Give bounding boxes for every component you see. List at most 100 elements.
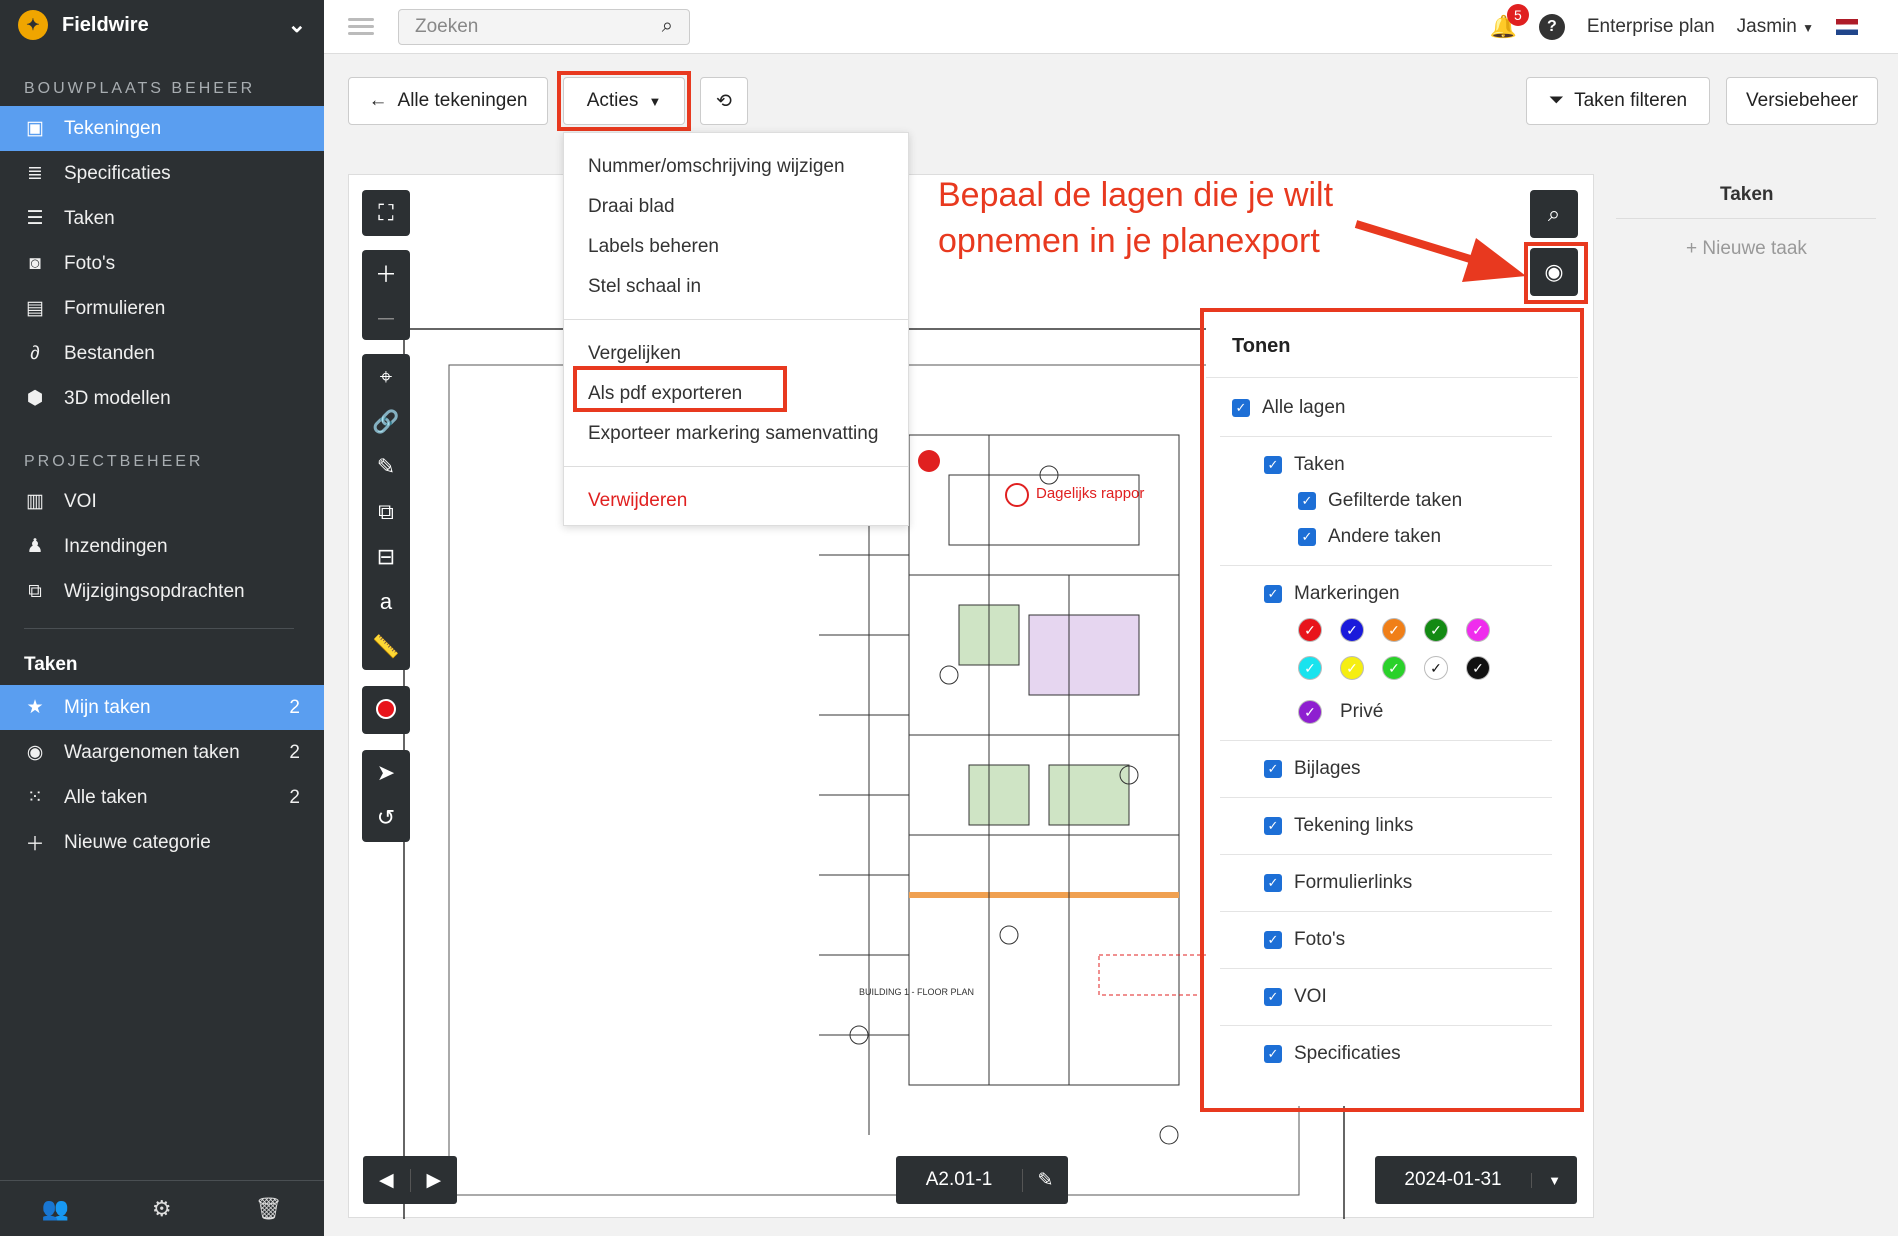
version-label: Versiebeheer <box>1746 90 1858 111</box>
paperclip-icon: ∂ <box>30 342 40 364</box>
help-icon[interactable]: ? <box>1538 13 1565 40</box>
arrow-annotation <box>1354 220 1526 282</box>
sidebar-item-label: 3D modellen <box>64 387 171 409</box>
list-icon: ☰ <box>26 208 44 229</box>
history-button[interactable]: ⟲ <box>700 77 748 125</box>
search-drawing-button[interactable]: ⌕ <box>1530 190 1578 238</box>
floor-plan-label: BUILDING 1 - FLOOR PLAN <box>859 987 975 997</box>
bell-icon[interactable]: 🔔 5 <box>1489 3 1529 40</box>
sidebar-item-label: Tekeningen <box>64 117 162 139</box>
sidebar-item-voi[interactable]: ▥ VOI <box>0 479 324 524</box>
shapes-icon[interactable]: ⧉ <box>362 489 410 534</box>
stamp-icon: ♟ <box>26 536 44 557</box>
sheet-number: A2.01-1 <box>925 1169 993 1190</box>
next-page-icon[interactable]: ▶ <box>411 1169 458 1192</box>
arrow-left-icon: ← <box>368 90 388 111</box>
select-toolbar: ➤ ↺ <box>362 750 410 842</box>
topbar: Zoeken ⌕ 🔔 5 ? Enterprise plan Jasmin ▼ <box>324 0 1898 54</box>
eye-icon: ◉ <box>26 742 44 763</box>
fieldwire-logo-icon: ✦ <box>18 10 48 40</box>
plan-link[interactable]: Enterprise plan <box>1587 16 1715 38</box>
menu-item[interactable]: Draai blad <box>564 187 908 227</box>
sidebar-item-nieuwe-categorie[interactable]: ＋ Nieuwe categorie <box>0 820 324 865</box>
text-icon[interactable]: a <box>362 579 410 624</box>
star-icon: ★ <box>26 697 44 718</box>
ruler-icon[interactable]: 📏 <box>362 624 410 669</box>
tasks-heading: Taken <box>24 654 78 675</box>
user-menu[interactable]: Jasmin ▼ <box>1737 16 1814 38</box>
menu-item-delete[interactable]: Verwijderen <box>564 481 908 521</box>
sidebar-item-label: Foto's <box>64 252 116 274</box>
filter-label: Taken filteren <box>1574 90 1688 111</box>
sidebar-item-taken[interactable]: ☰ Taken <box>0 196 324 241</box>
sheet-selector[interactable]: A2.01-1 ✎ <box>896 1156 1068 1204</box>
sidebar-item-count: 2 <box>289 786 300 808</box>
daily-report-label[interactable]: Dagelijks rappor <box>1036 485 1144 502</box>
menu-item[interactable]: Nummer/omschrijving wijzigen <box>564 147 908 187</box>
record-icon[interactable] <box>362 686 410 731</box>
change-order-icon: ⧉ <box>28 580 42 602</box>
sidebar-item-bestanden[interactable]: ∂ Bestanden <box>0 331 324 376</box>
history-icon: ⟲ <box>716 90 732 112</box>
sidebar-item-foto-s[interactable]: ◙ Foto's <box>0 241 324 286</box>
annotation-callout: Bepaal de lagen die je wilt opnemen in j… <box>938 172 1378 264</box>
edit-pencil-icon[interactable]: ✎ <box>1022 1168 1068 1192</box>
sidebar-item-label: Taken <box>64 207 115 229</box>
users-icon[interactable]: 👥 <box>41 1196 68 1222</box>
sidebar-item-label: Waargenomen taken <box>64 741 240 763</box>
caret-down-icon[interactable]: ▼ <box>1531 1172 1577 1188</box>
version-date: 2024-01-31 <box>1404 1169 1502 1190</box>
sidebar: ✦ Fieldwire ⌄ BOUWPLAATS BEHEER ▣ Tekenin… <box>0 0 324 1236</box>
menu-icon[interactable] <box>348 14 374 39</box>
tasks-panel-title: Taken <box>1720 184 1774 205</box>
fullscreen-icon[interactable]: ⛶ <box>362 190 410 235</box>
cursor-icon[interactable]: ➤ <box>362 750 410 795</box>
sidebar-item-waargenomen-taken[interactable]: ◉ Waargenomen taken 2 <box>0 730 324 775</box>
gear-icon[interactable]: ⚙ <box>152 1196 172 1222</box>
new-task-link[interactable]: + Nieuwe taak <box>1686 238 1807 260</box>
sidebar-item-mijn-taken[interactable]: ★ Mijn taken 2 <box>0 685 324 730</box>
sidebar-item-3d-modellen[interactable]: ⬢ 3D modellen <box>0 376 324 421</box>
sidebar-item-specificaties[interactable]: ≣ Specificaties <box>0 151 324 196</box>
pin-icon[interactable]: ⌖ <box>362 354 410 399</box>
chevron-down-icon[interactable]: ⌄ <box>288 12 306 38</box>
zoom-out-icon[interactable]: － <box>362 295 410 340</box>
brand-name: Fieldwire <box>62 13 149 36</box>
actions-dropdown: Nummer/omschrijving wijzigen Draai blad La… <box>563 132 909 526</box>
version-button[interactable]: Versiebeheer <box>1726 77 1878 125</box>
undo-icon[interactable]: ↺ <box>362 795 410 840</box>
trash-icon[interactable]: 🗑 <box>255 1196 283 1222</box>
sidebar-item-label: Bestanden <box>64 342 155 364</box>
callout-line-1: Bepaal de lagen die je wilt <box>938 176 1334 214</box>
pencil-icon[interactable]: ✎ <box>362 444 410 489</box>
highlight-box <box>573 366 787 412</box>
search-input[interactable]: Zoeken ⌕ <box>398 8 690 45</box>
search-placeholder: Zoeken <box>415 15 479 37</box>
plus-icon: ＋ <box>25 834 45 855</box>
flag-nl-icon[interactable] <box>1836 18 1858 35</box>
sidebar-item-wijzigingsopdrachten[interactable]: ⧉ Wijzigingsopdrachten <box>0 569 324 614</box>
sidebar-item-inzendingen[interactable]: ♟ Inzendingen <box>0 524 324 569</box>
highlight-box <box>1524 242 1588 304</box>
back-to-drawings-button[interactable]: ← Alle tekeningen <box>348 77 548 125</box>
sidebar-item-tekeningen[interactable]: ▣ Tekeningen <box>0 106 324 151</box>
briefcase-icon[interactable]: ⊟ <box>362 534 410 579</box>
zoom-in-icon[interactable]: ＋ <box>362 250 410 295</box>
section-heading: PROJECTBEHEER <box>24 453 204 470</box>
sidebar-footer: 👥 ⚙ 🗑 <box>0 1180 324 1236</box>
menu-item[interactable]: Exporteer markering samenvatting <box>564 414 908 454</box>
sidebar-item-label: Nieuwe categorie <box>64 831 211 853</box>
callout-line-2: opnemen in je planexport <box>938 222 1320 260</box>
menu-item[interactable]: Stel schaal in <box>564 267 908 307</box>
sidebar-item-formulieren[interactable]: ▤ Formulieren <box>0 286 324 331</box>
link-icon[interactable]: 🔗 <box>362 399 410 444</box>
sidebar-item-label: Alle taken <box>64 786 148 808</box>
menu-item[interactable]: Labels beheren <box>564 227 908 267</box>
project-switcher[interactable]: ✦ Fieldwire ⌄ <box>0 0 324 50</box>
highlight-box <box>557 71 691 131</box>
grid-icon: ⁙ <box>27 787 43 808</box>
sidebar-item-alle-taken[interactable]: ⁙ Alle taken 2 <box>0 775 324 820</box>
filter-tasks-button[interactable]: ⏷ Taken filteren <box>1526 77 1710 125</box>
version-date-selector[interactable]: 2024-01-31 ▼ <box>1375 1156 1577 1204</box>
prev-page-icon[interactable]: ◀ <box>363 1168 411 1192</box>
